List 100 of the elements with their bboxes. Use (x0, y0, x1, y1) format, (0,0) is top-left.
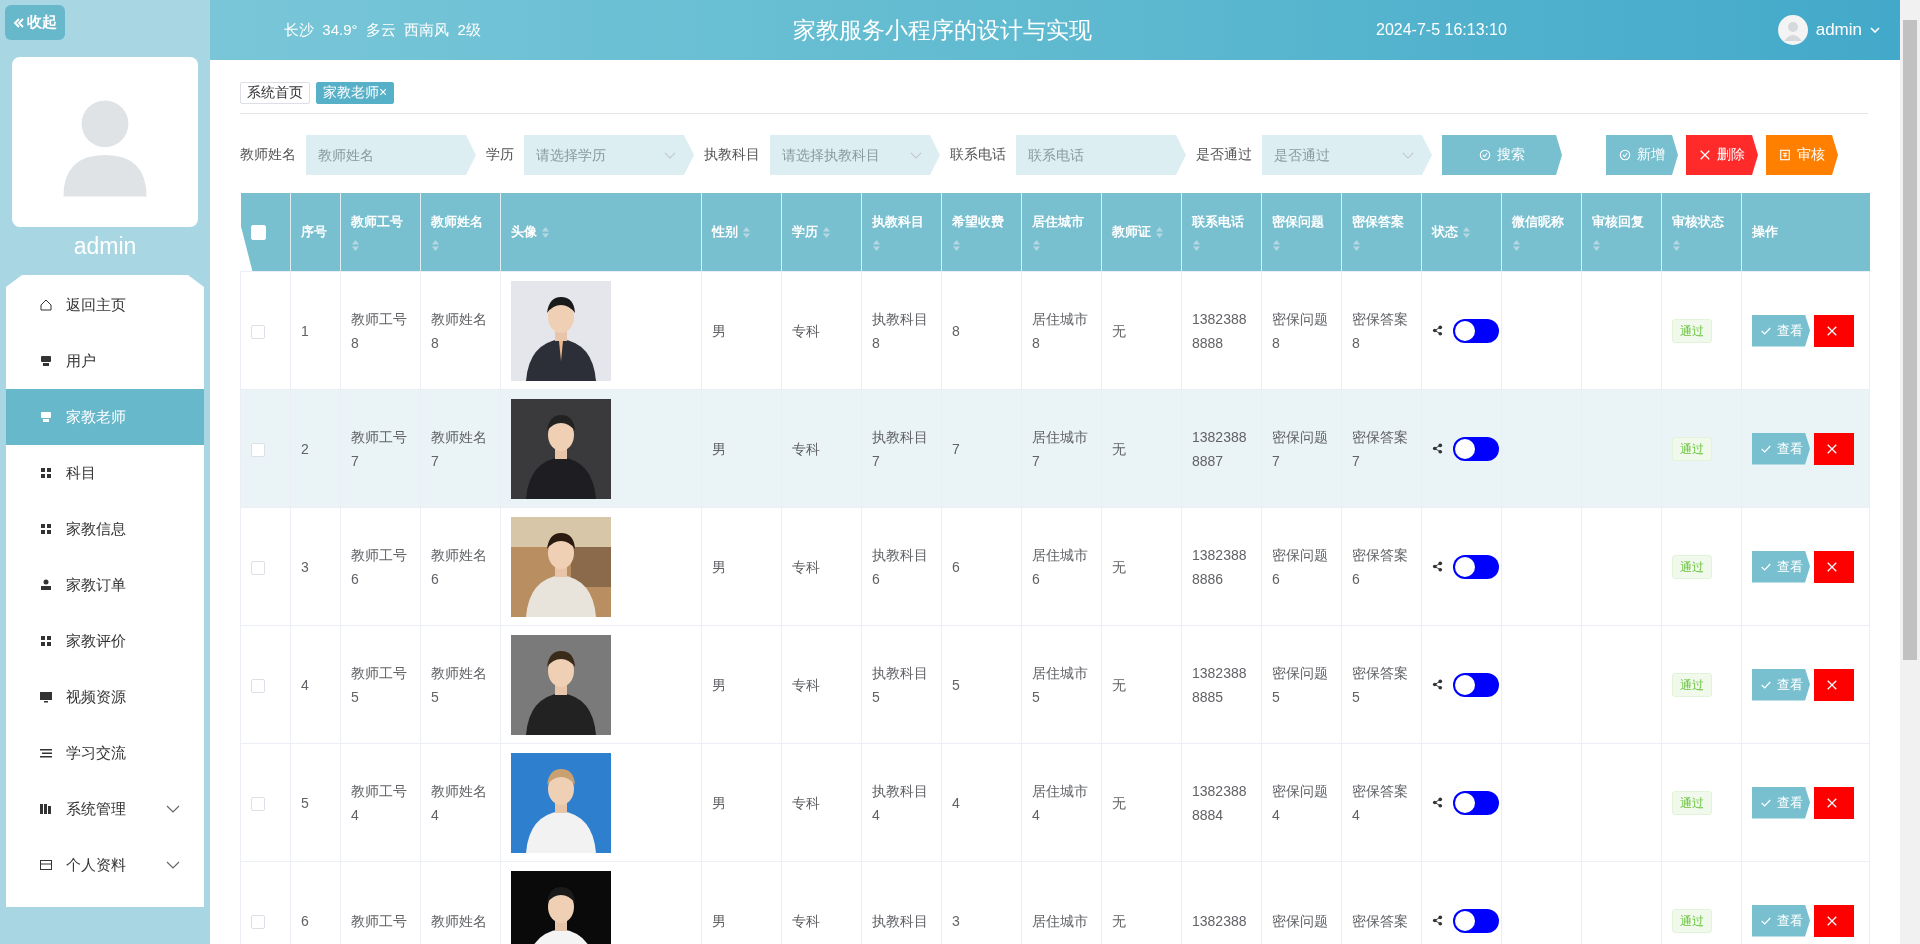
add-button[interactable]: 新增 (1606, 135, 1678, 175)
delete-button[interactable] (1814, 550, 1854, 583)
select-field[interactable]: 是否通过 (1262, 135, 1432, 175)
menu-item[interactable]: 系统管理 (6, 781, 204, 837)
status-switch[interactable] (1453, 318, 1499, 343)
menu-item-icon (39, 578, 53, 592)
table-cell: 男 (712, 558, 726, 575)
sort-icon[interactable] (742, 225, 751, 239)
status-tag: 通过 (1672, 909, 1712, 933)
column-label: 头像 (511, 223, 537, 241)
menu-item[interactable]: 家教老师 (6, 389, 204, 445)
sort-icon[interactable] (1155, 225, 1164, 239)
sort-icon[interactable] (822, 225, 831, 239)
table-cell: 教师工号 7 (351, 428, 407, 469)
status-switch[interactable] (1453, 436, 1499, 461)
sort-icon[interactable] (1192, 238, 1201, 252)
close-icon (1826, 442, 1838, 455)
sort-icon[interactable] (872, 238, 881, 252)
table-cell: 4 (952, 794, 960, 811)
status-switch[interactable] (1453, 908, 1499, 933)
view-button[interactable]: 查看 (1752, 668, 1810, 701)
row-checkbox[interactable] (251, 560, 265, 575)
status-switch[interactable] (1453, 672, 1499, 697)
sort-icon[interactable] (1592, 238, 1601, 252)
sort-icon[interactable] (1462, 225, 1471, 239)
input-field[interactable]: 教师姓名 (306, 135, 476, 175)
table-cell: 3 (952, 912, 960, 929)
search-button[interactable]: 搜索 (1442, 135, 1562, 175)
table-cell: 密保问题 7 (1272, 428, 1328, 469)
delete-button[interactable] (1814, 786, 1854, 819)
sort-icon[interactable] (351, 238, 360, 252)
table-cell: 1382388 8886 (1192, 546, 1247, 587)
scrollbar[interactable] (1900, 0, 1920, 944)
input-field[interactable]: 联系电话 (1016, 135, 1186, 175)
table-cell: 密保答案 (1352, 912, 1408, 929)
table-cell: 密保问题 4 (1272, 782, 1328, 823)
sort-icon[interactable] (1672, 238, 1681, 252)
table-cell: 密保答案 8 (1352, 310, 1408, 351)
row-checkbox[interactable] (251, 442, 265, 457)
menu-item[interactable]: 家教订单 (6, 557, 204, 613)
document-icon (1779, 149, 1791, 161)
delete-button[interactable]: 删除 (1686, 135, 1758, 175)
row-checkbox[interactable] (251, 678, 265, 693)
view-button[interactable]: 查看 (1752, 904, 1810, 937)
table-cell: 密保问题 8 (1272, 310, 1328, 351)
view-button[interactable]: 查看 (1752, 786, 1810, 819)
view-button[interactable]: 查看 (1752, 550, 1810, 583)
menu-item[interactable]: 用户 (6, 333, 204, 389)
menu-item[interactable]: 家教评价 (6, 613, 204, 669)
menu-item-label: 系统管理 (66, 799, 126, 819)
table-cell: 1382388 8887 (1192, 428, 1247, 469)
sort-icon[interactable] (1032, 238, 1041, 252)
table-cell: 居住城市 7 (1032, 428, 1088, 469)
select-all-checkbox[interactable] (250, 225, 266, 241)
select-field[interactable]: 请选择执教科目 (770, 135, 940, 175)
row-checkbox[interactable] (251, 324, 265, 339)
menu-item[interactable]: 学习交流 (6, 725, 204, 781)
sort-icon[interactable] (541, 225, 550, 239)
menu-item[interactable]: 科目 (6, 445, 204, 501)
user-name[interactable]: admin (1815, 20, 1862, 40)
menu-item[interactable]: 返回主页 (6, 277, 204, 333)
audit-button[interactable]: 审核 (1766, 135, 1838, 175)
row-checkbox[interactable] (251, 914, 265, 929)
table-cell: 男 (712, 440, 726, 457)
select-field[interactable]: 请选择学历 (524, 135, 694, 175)
table-cell: 密保答案 7 (1352, 428, 1408, 469)
delete-button[interactable] (1814, 904, 1854, 937)
sort-icon[interactable] (952, 238, 961, 252)
menu-item[interactable]: 家教信息 (6, 501, 204, 557)
status-switch[interactable] (1453, 790, 1499, 815)
filter-label: 学历 (486, 146, 514, 164)
breadcrumb-tab[interactable]: 家教老师× (316, 82, 395, 104)
menu-item-label: 视频资源 (66, 687, 126, 707)
view-button[interactable]: 查看 (1752, 314, 1810, 347)
table-cell: 专科 (792, 794, 820, 811)
sort-icon[interactable] (1512, 238, 1521, 252)
caret-icon (1870, 27, 1880, 33)
table-cell: 1382388 8888 (1192, 310, 1247, 351)
menu-item[interactable]: 视频资源 (6, 669, 204, 725)
sort-icon[interactable] (1272, 238, 1281, 252)
delete-button[interactable] (1814, 432, 1854, 465)
table-cell: 2 (301, 440, 309, 457)
delete-button[interactable] (1814, 668, 1854, 701)
table-cell: 无 (1112, 558, 1126, 575)
share-icon (1432, 561, 1443, 572)
menu-item-label: 用户 (66, 351, 96, 371)
menu-item[interactable]: 个人资料 (6, 837, 204, 893)
sort-icon[interactable] (431, 238, 440, 252)
breadcrumb-tab[interactable]: 系统首页 (240, 82, 310, 104)
collapse-button[interactable]: 收起 (5, 5, 65, 40)
view-button[interactable]: 查看 (1752, 432, 1810, 465)
status-switch[interactable] (1453, 554, 1499, 579)
table-cell: 教师工号 8 (351, 310, 407, 351)
share-icon (1432, 325, 1443, 336)
table-cell: 教师姓名 7 (431, 428, 487, 469)
sort-icon[interactable] (1352, 238, 1361, 252)
menu-item-label: 返回主页 (66, 295, 126, 315)
delete-button[interactable] (1814, 314, 1854, 347)
column-label: 状态 (1432, 223, 1458, 241)
row-checkbox[interactable] (251, 796, 265, 811)
